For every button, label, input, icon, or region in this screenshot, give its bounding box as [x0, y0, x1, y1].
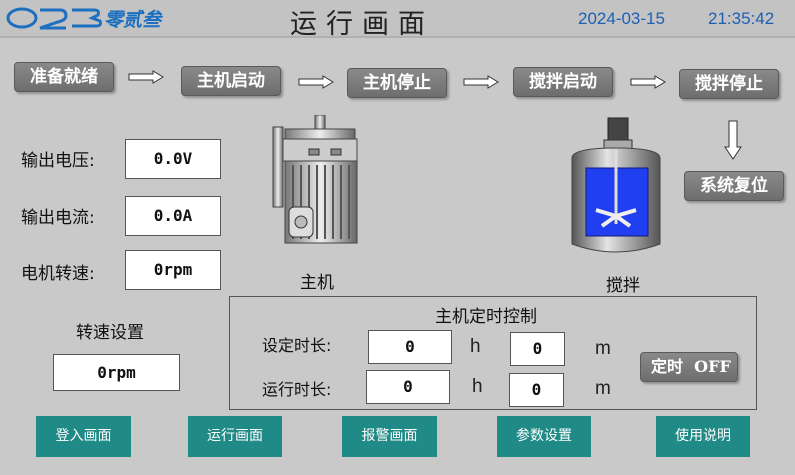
current-value: 0.0A [125, 196, 221, 236]
voltage-label: 输出电压: [21, 151, 95, 171]
arrow-down-icon [724, 120, 742, 160]
mixer-label: 搅拌 [606, 276, 640, 296]
arrow-right-icon [298, 75, 334, 89]
arrow-right-icon [630, 75, 666, 89]
company-logo: 零贰叁 [6, 7, 163, 31]
minutes-unit: m [595, 378, 611, 399]
voltage-value: 0.0V [125, 139, 221, 179]
minutes-unit: m [595, 338, 611, 359]
nav-run-button[interactable]: 运行画面 [188, 416, 282, 457]
date-display: 2024-03-15 [578, 9, 665, 28]
speed-setting-label: 转速设置 [76, 323, 144, 343]
hours-unit: h [470, 336, 481, 357]
nav-params-button[interactable]: 参数设置 [497, 416, 591, 457]
timer-panel-title: 主机定时控制 [435, 307, 537, 327]
arrow-right-icon [463, 75, 499, 89]
system-reset-button[interactable]: 系统复位 [684, 171, 784, 201]
timer-toggle-button[interactable]: 定时 OFF [640, 352, 738, 382]
set-hours-input[interactable]: 0 [368, 330, 452, 364]
ready-status-button[interactable]: 准备就绪 [14, 62, 114, 92]
motor-label: 主机 [300, 273, 334, 293]
set-duration-label: 设定时长: [262, 336, 332, 355]
nav-alarm-button[interactable]: 报警画面 [342, 416, 437, 457]
current-label: 输出电流: [21, 208, 95, 228]
speed-label: 电机转速: [21, 264, 95, 284]
main-start-button[interactable]: 主机启动 [181, 66, 281, 96]
run-hours-value: 0 [366, 370, 450, 404]
page-title: 运行画面 [290, 9, 434, 40]
hours-unit: h [472, 376, 483, 397]
arrow-right-icon [128, 70, 164, 84]
main-stop-button[interactable]: 主机停止 [347, 68, 447, 98]
nav-login-button[interactable]: 登入画面 [36, 416, 131, 457]
motor-illustration [272, 115, 358, 244]
mixer-stop-button[interactable]: 搅拌停止 [679, 69, 779, 99]
mixer-start-button[interactable]: 搅拌启动 [513, 67, 613, 97]
run-minutes-value: 0 [509, 373, 564, 407]
time-display: 21:35:42 [708, 9, 775, 28]
speed-setting-input[interactable]: 0rpm [53, 354, 180, 391]
nav-help-button[interactable]: 使用说明 [656, 416, 750, 457]
svg-text:零贰叁: 零贰叁 [104, 9, 163, 31]
speed-value: 0rpm [125, 250, 221, 290]
set-minutes-input[interactable]: 0 [510, 332, 565, 366]
run-duration-label: 运行时长: [262, 380, 332, 399]
mixer-illustration [571, 117, 661, 253]
